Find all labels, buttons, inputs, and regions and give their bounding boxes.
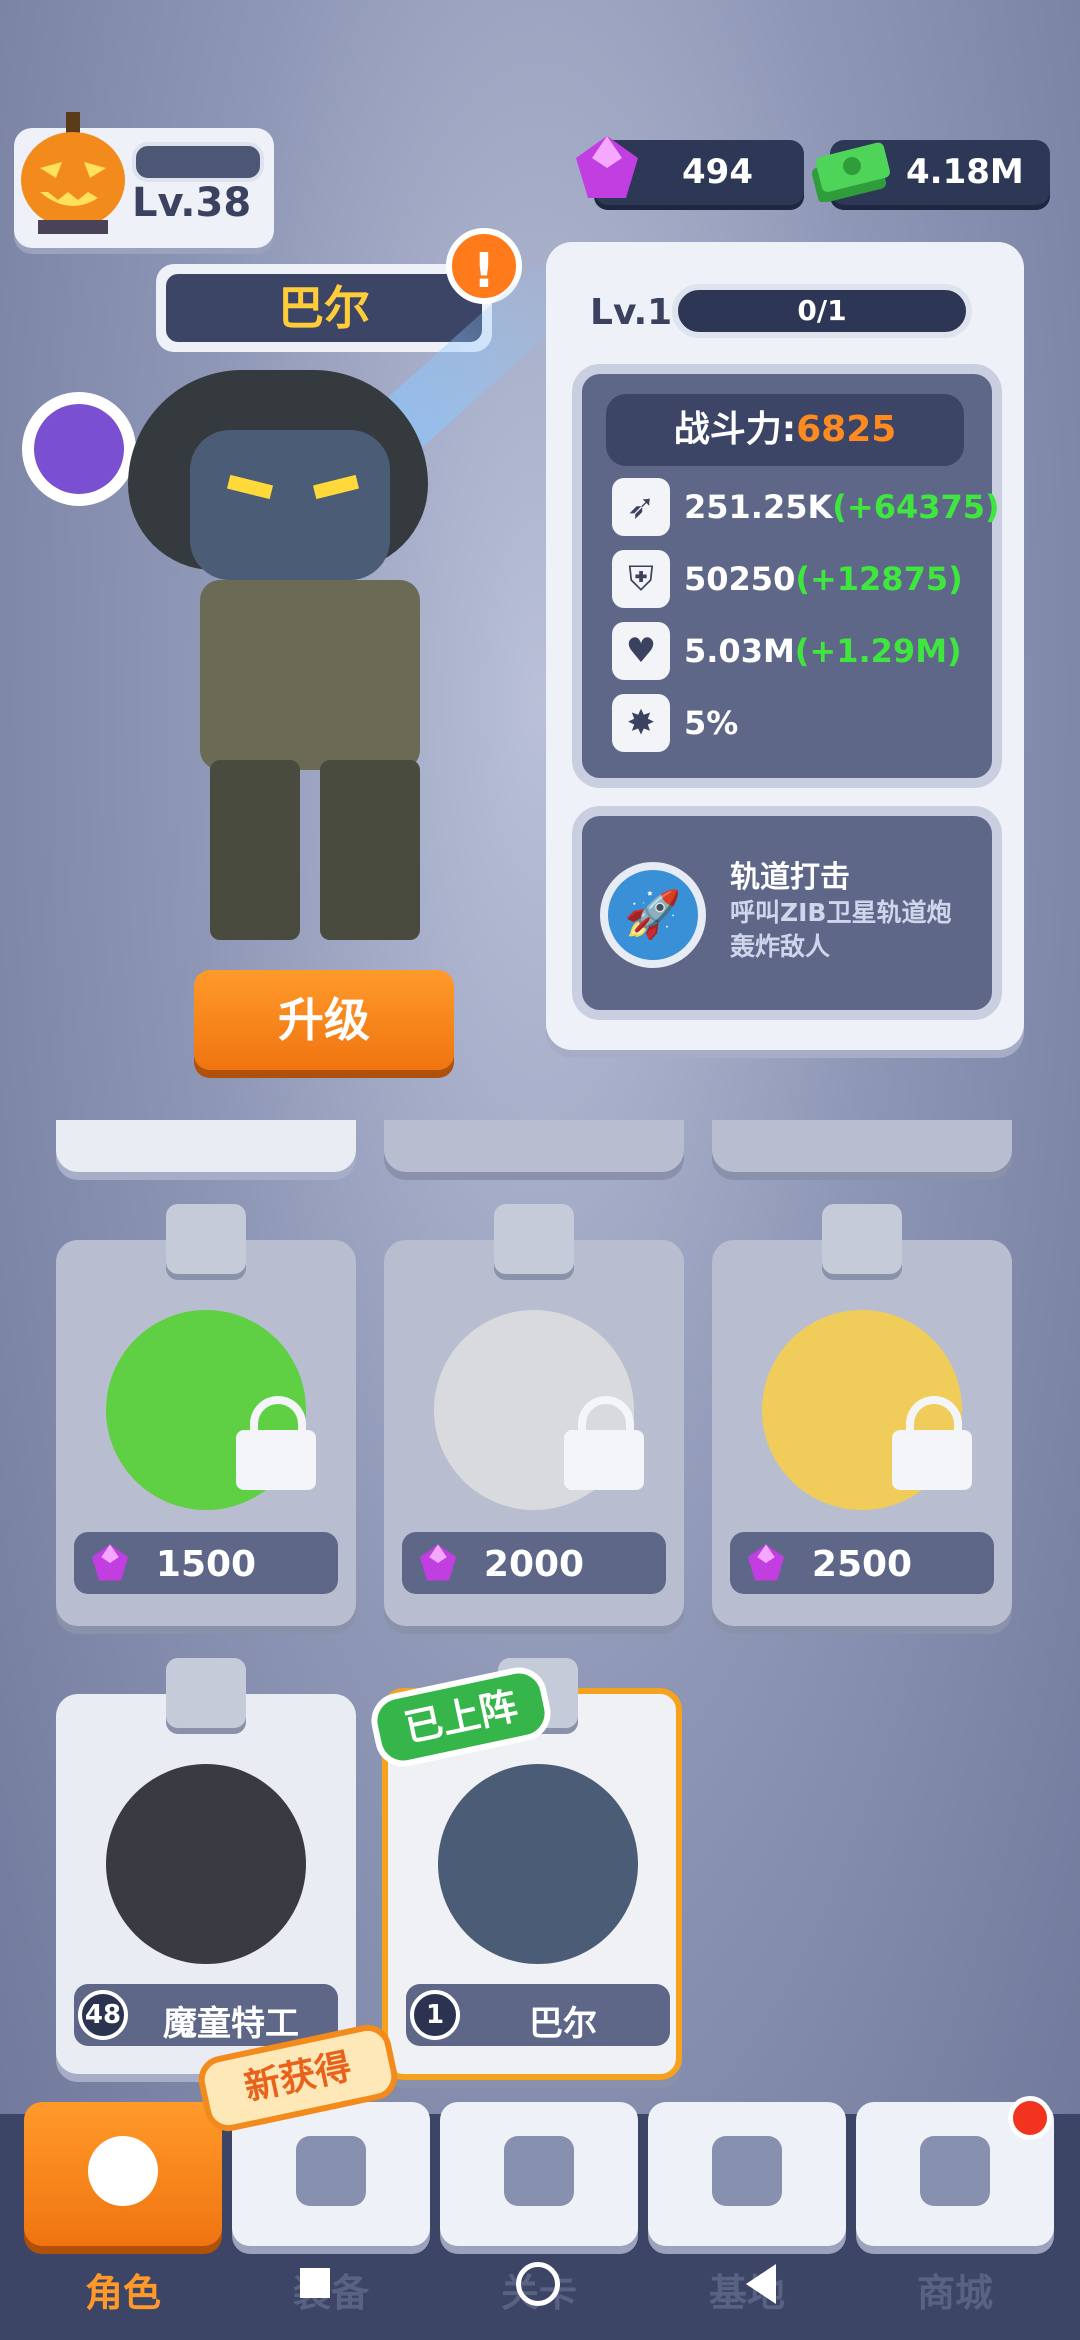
combat-power-value: 6825 bbox=[796, 409, 897, 450]
player-level: Lv.38 bbox=[132, 180, 252, 226]
hero-card-locked[interactable]: 1500 bbox=[56, 1204, 356, 1626]
stat-bonus: (+64375) bbox=[832, 488, 1000, 526]
back-button[interactable] bbox=[746, 2264, 776, 2304]
hero-vest bbox=[200, 580, 420, 770]
price-tag[interactable]: 2000 bbox=[402, 1532, 666, 1594]
stat-value: 251.25K bbox=[684, 488, 833, 526]
nav-tab-character[interactable] bbox=[24, 2102, 222, 2246]
home-button[interactable] bbox=[516, 2262, 560, 2306]
hero-name: 巴尔 bbox=[166, 274, 482, 342]
nav-tab-levels[interactable] bbox=[440, 2102, 638, 2246]
card-price: 1500 bbox=[155, 1544, 257, 1585]
hero-leg bbox=[320, 760, 420, 940]
stat-bonus: (+1.29M) bbox=[794, 632, 962, 670]
baal-portrait bbox=[438, 1764, 638, 1964]
hero-mask bbox=[190, 430, 390, 580]
hero-card-locked[interactable]: 2500 bbox=[712, 1204, 1012, 1626]
gun-icon bbox=[296, 2136, 366, 2206]
attack-icon: ➶ bbox=[612, 478, 670, 536]
hero-card-locked[interactable]: 2000 bbox=[384, 1204, 684, 1626]
card-clip bbox=[494, 1204, 574, 1274]
card-namebar: 1 巴尔 bbox=[406, 1984, 670, 2046]
card-clip bbox=[822, 1204, 902, 1274]
price-tag[interactable]: 2500 bbox=[730, 1532, 994, 1594]
stat-row-attack: ➶ 251.25K(+64375) bbox=[612, 478, 1000, 538]
card-level-badge: 1 bbox=[410, 1990, 460, 2040]
combat-power-label: 战斗力: bbox=[673, 409, 797, 450]
price-tag[interactable]: 1500 bbox=[74, 1532, 338, 1594]
lock-icon bbox=[564, 1396, 644, 1490]
health-icon: ♥ bbox=[612, 622, 670, 680]
stat-row-health: ♥ 5.03M(+1.29M) bbox=[612, 622, 992, 682]
card-price: 2000 bbox=[483, 1544, 585, 1585]
hero-progress-bar: 0/1 bbox=[672, 284, 972, 338]
crit-icon: ✸ bbox=[612, 694, 670, 752]
card-level-badge: 48 bbox=[78, 1990, 128, 2040]
skull-icon bbox=[88, 2136, 158, 2206]
card-partial[interactable] bbox=[384, 1120, 684, 1172]
stat-row-crit: ✸ 5% bbox=[612, 694, 992, 754]
combat-power: 战斗力:6825 bbox=[606, 394, 964, 466]
pumpkin-avatar-icon[interactable] bbox=[18, 112, 128, 234]
card-partial[interactable] bbox=[56, 1120, 356, 1172]
stat-value: 5.03M bbox=[684, 632, 795, 670]
lock-icon bbox=[236, 1396, 316, 1490]
stat-value: 50250 bbox=[684, 560, 796, 598]
hero-leg bbox=[210, 760, 300, 940]
card-price: 2500 bbox=[811, 1544, 913, 1585]
stat-row-armor: ⛨ 50250(+12875) bbox=[612, 550, 992, 610]
map-pin-icon bbox=[504, 2136, 574, 2206]
nav-label-equipment[interactable]: 装备 bbox=[232, 2262, 430, 2317]
stat-value: 5% bbox=[684, 704, 739, 742]
cash-icon bbox=[811, 142, 890, 202]
card-clip bbox=[166, 1204, 246, 1274]
notification-dot bbox=[1008, 2096, 1052, 2140]
lock-icon bbox=[892, 1396, 972, 1490]
gem-icon bbox=[576, 136, 638, 198]
nav-label-character[interactable]: 角色 bbox=[24, 2262, 222, 2317]
skill-description: 呼叫ZIB卫星轨道炮轰炸敌人 bbox=[730, 898, 952, 961]
rocket-skill-icon[interactable]: 🚀 bbox=[600, 862, 706, 968]
hexagon-icon bbox=[712, 2136, 782, 2206]
outfit-button[interactable] bbox=[22, 392, 136, 506]
cash-count: 4.18M bbox=[906, 152, 1024, 192]
skill-name: 轨道打击 bbox=[730, 860, 850, 895]
shop-icon bbox=[920, 2136, 990, 2206]
card-namebar: 48 魔童特工 bbox=[74, 1984, 338, 2046]
upgrade-button[interactable]: 升级 bbox=[194, 970, 454, 1070]
nav-label-shop[interactable]: 商城 bbox=[856, 2262, 1054, 2317]
card-name: 巴尔 bbox=[529, 2004, 597, 2044]
stat-bonus: (+12875) bbox=[795, 560, 963, 598]
armor-icon: ⛨ bbox=[612, 550, 670, 608]
tie-icon bbox=[34, 404, 124, 494]
hero-nameplate: 巴尔 bbox=[156, 264, 492, 352]
hero-card-owned[interactable]: 48 魔童特工 bbox=[56, 1658, 356, 2074]
card-clip bbox=[166, 1658, 246, 1728]
nav-tab-base[interactable] bbox=[648, 2102, 846, 2246]
demon-agent-portrait bbox=[106, 1764, 306, 1964]
card-partial[interactable] bbox=[712, 1120, 1012, 1172]
recent-apps-button[interactable] bbox=[300, 2268, 330, 2298]
player-xp-bar bbox=[132, 142, 264, 182]
gem-count: 494 bbox=[682, 152, 753, 192]
hero-level: Lv.1 bbox=[590, 292, 673, 333]
